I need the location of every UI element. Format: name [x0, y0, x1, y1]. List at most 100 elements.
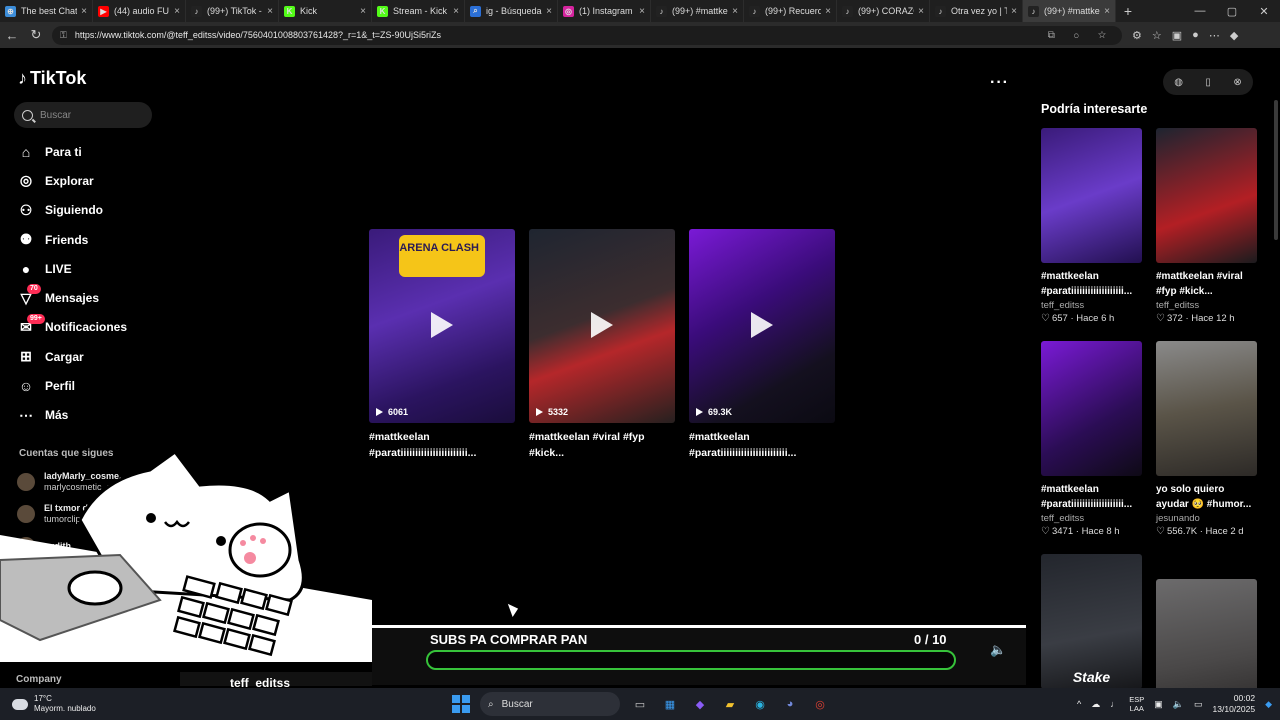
video-caption[interactable]: #mattkeelan #paratiiiiiiiiiiiiiiiiiii... — [1041, 269, 1142, 299]
tab-close-icon[interactable]: × — [81, 6, 87, 17]
collections-icon[interactable]: ▣ — [1172, 29, 1182, 42]
recommended-video[interactable]: Stake — [1041, 554, 1142, 689]
play-icon[interactable] — [431, 312, 453, 338]
browser-tab[interactable]: ♪ (99+) TikTok - × — [186, 0, 279, 22]
top-right-actions[interactable]: ◍ ▯ ⊗ — [1163, 69, 1253, 95]
browser-tab[interactable]: K Kick × — [279, 0, 372, 22]
tab-close-icon[interactable]: × — [546, 6, 552, 17]
recommended-video[interactable]: yo solo quiero ayudar 🥺 #humor... jesunan… — [1156, 341, 1257, 539]
video-caption[interactable]: yo solo quiero ayudar 🥺 #humor... — [1156, 482, 1257, 512]
video-thumbnail[interactable]: 69.3K — [689, 229, 835, 423]
video-author[interactable]: teff_editss — [1156, 299, 1257, 312]
browser-tab[interactable]: ⊕ The best Chat × — [0, 0, 93, 22]
mic-icon[interactable]: ♩ — [1110, 699, 1119, 709]
browser-tab[interactable]: ▶ (44) audio FU × — [93, 0, 186, 22]
taskbar-search[interactable]: ⌕ Buscar — [480, 692, 620, 716]
site-info-icon[interactable]: ⚿ — [60, 30, 67, 41]
file-explorer-icon[interactable]: ▰ — [720, 694, 740, 714]
store-icon[interactable]: ▦ — [660, 694, 680, 714]
device-icon[interactable]: ▯ — [1205, 77, 1211, 88]
maximize-icon[interactable]: ▢ — [1216, 5, 1248, 18]
sidebar-item-friends[interactable]: ⚉ Friends — [16, 225, 127, 254]
copilot-app-icon[interactable]: ◆ — [690, 694, 710, 714]
minimize-icon[interactable]: — — [1184, 5, 1216, 18]
browser-tab[interactable]: ♪ (99+) Recuerd × — [744, 0, 837, 22]
browser-tab[interactable]: ⌕ ig - Búsqueda × — [465, 0, 558, 22]
sidebar-item-cargar[interactable]: ⊞ Cargar — [16, 342, 127, 371]
sidebar-item-mas[interactable]: ⋯ Más — [16, 401, 127, 430]
copilot-icon[interactable]: ◆ — [1230, 29, 1238, 42]
video-thumbnail[interactable] — [1041, 341, 1142, 476]
menu-icon[interactable]: ⋯ — [1209, 29, 1220, 42]
onedrive-icon[interactable]: ☁ — [1091, 699, 1100, 710]
tab-close-icon[interactable]: × — [453, 6, 459, 17]
tab-close-icon[interactable]: × — [1104, 6, 1110, 17]
back-icon[interactable]: ← — [0, 28, 24, 43]
sidebar-item-siguiendo[interactable]: ⚇ Siguiendo — [16, 196, 127, 225]
tab-close-icon[interactable]: × — [918, 6, 924, 17]
tab-close-icon[interactable]: × — [732, 6, 738, 17]
sidebar-item-explorar[interactable]: ◎ Explorar — [16, 166, 127, 195]
task-view-icon[interactable]: ▭ — [630, 694, 650, 714]
tab-close-icon[interactable]: × — [1011, 6, 1017, 17]
video-caption[interactable]: #mattkeelan #paratiiiiiiiiiiiiiiiiiiiiii… — [369, 429, 515, 461]
weather-widget[interactable]: 17°C Mayorm. nublado — [12, 694, 96, 714]
user-avatar-icon[interactable]: ⊗ — [1233, 77, 1241, 88]
new-tab-button[interactable]: + — [1116, 3, 1140, 19]
tray-chevron-icon[interactable]: ^ — [1077, 699, 1081, 709]
sidebar-item-mensajes[interactable]: ▽ 70 Mensajes — [16, 283, 127, 312]
coin-icon[interactable]: ◍ — [1174, 77, 1183, 88]
address-bar[interactable]: ⚿ https://www.tiktok.com/@teff_editss/vi… — [52, 25, 1122, 45]
clock[interactable]: 00:02 13/10/2025 — [1213, 693, 1256, 715]
edge-icon[interactable]: ◉ — [750, 694, 770, 714]
tiktok-logo[interactable]: ♪ TikTok — [18, 68, 86, 89]
language-indicator[interactable]: ESP LAA — [1129, 695, 1144, 713]
video-thumbnail[interactable]: ARENA CLASH 6061 — [369, 229, 515, 423]
reload-icon[interactable]: ↻ — [24, 27, 48, 43]
video-thumbnail[interactable] — [1156, 341, 1257, 476]
more-options-icon[interactable]: ··· — [990, 74, 1009, 92]
video-author[interactable]: jesunando — [1156, 512, 1257, 525]
chrome-icon[interactable]: ◎ — [810, 694, 830, 714]
recommended-video[interactable]: #mattkeelan #paratiiiiiiiiiiiiiiiiiii...… — [1041, 341, 1142, 539]
sidebar-item-perfil[interactable]: ☺ Perfil — [16, 371, 127, 400]
video-caption[interactable]: #mattkeelan #viral #fyp #kick... — [1156, 269, 1257, 299]
video-thumbnail[interactable] — [1041, 128, 1142, 263]
tab-close-icon[interactable]: × — [360, 6, 366, 17]
browser-tab[interactable]: ♪ Otra vez yo | T × — [930, 0, 1023, 22]
browser-tab[interactable]: ◎ (1) Instagram × — [558, 0, 651, 22]
extension-icons[interactable]: ⚙ ☆ ▣ ● ⋯ ◆ — [1132, 29, 1238, 42]
recommended-video[interactable]: #mattkeelan #paratiiiiiiiiiiiiiiiiiii...… — [1041, 128, 1142, 326]
tab-close-icon[interactable]: × — [639, 6, 645, 17]
sidebar-item-notificaciones[interactable]: ✉ 99+ Notificaciones — [16, 313, 127, 342]
company-link[interactable]: Company — [16, 674, 62, 685]
video-card[interactable]: 5332 #mattkeelan #viral #fyp #kick... — [529, 229, 675, 461]
browser-tab[interactable]: ♪ (99+) CORAZÓ × — [837, 0, 930, 22]
address-bar-actions[interactable]: ⧉ ⚬ ☆ — [1048, 30, 1114, 41]
browser-tab[interactable]: ♪ (99+) #mattke × — [1023, 0, 1116, 22]
video-author[interactable]: teff_editss — [1041, 512, 1142, 525]
sidebar-item-live[interactable]: ● LIVE — [16, 254, 127, 283]
video-card[interactable]: 69.3K #mattkeelan #paratiiiiiiiiiiiiiiiii… — [689, 229, 835, 461]
windows-start-icon[interactable] — [452, 695, 470, 713]
video-caption[interactable]: #mattkeelan #paratiiiiiiiiiiiiiiiiiiiiii… — [689, 429, 835, 461]
browser-tab[interactable]: ♪ (99+) #mattke × — [651, 0, 744, 22]
favorites-icon[interactable]: ☆ — [1152, 29, 1162, 42]
video-card[interactable]: ARENA CLASH 6061 #mattkeelan #paratiiiiiii… — [369, 229, 515, 461]
play-icon[interactable] — [591, 312, 613, 338]
close-window-icon[interactable]: ✕ — [1248, 5, 1280, 18]
scrollbar[interactable] — [1274, 100, 1278, 240]
video-caption[interactable]: #mattkeelan #paratiiiiiiiiiiiiiiiiiii... — [1041, 482, 1142, 512]
profile-avatar-icon[interactable]: ● — [1192, 29, 1199, 42]
tab-close-icon[interactable]: × — [174, 6, 180, 17]
sidebar-item-para-ti[interactable]: ⌂ Para ti — [16, 137, 127, 166]
battery-icon[interactable]: ▭ — [1194, 699, 1203, 710]
play-icon[interactable] — [751, 312, 773, 338]
video-author[interactable]: teff_editss — [1041, 299, 1142, 312]
video-thumbnail[interactable] — [1156, 128, 1257, 263]
network-icon[interactable]: ▣ — [1154, 699, 1163, 710]
video-thumbnail[interactable]: 5332 — [529, 229, 675, 423]
video-thumbnail[interactable]: Stake — [1041, 554, 1142, 689]
extensions-icon[interactable]: ⚙ — [1132, 29, 1142, 42]
search-input[interactable]: Buscar — [14, 102, 152, 128]
